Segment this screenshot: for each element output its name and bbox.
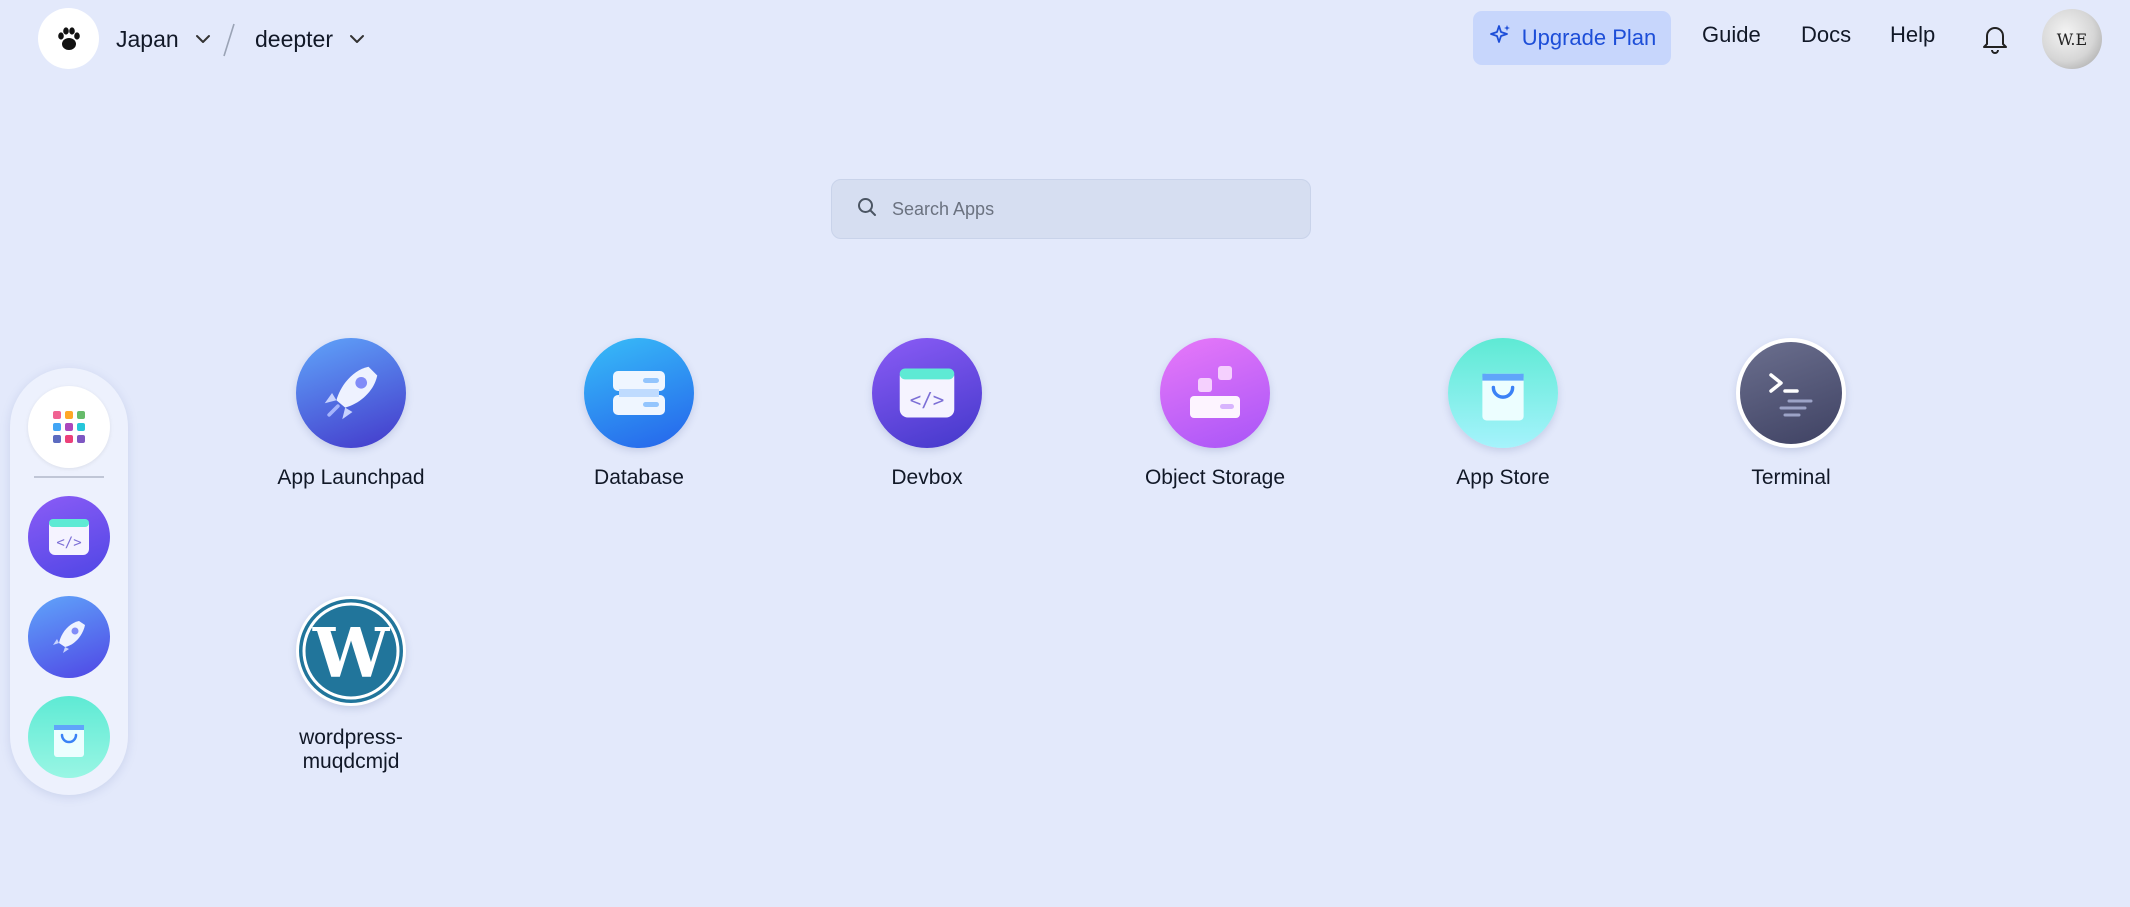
notification-bell-icon[interactable] [1980, 22, 2010, 54]
database-icon [584, 338, 694, 448]
search-icon [856, 196, 878, 223]
dock-divider [34, 476, 104, 478]
help-link[interactable]: Help [1890, 22, 1935, 48]
paw-icon[interactable] [38, 8, 99, 69]
upgrade-plan-button[interactable]: Upgrade Plan [1473, 11, 1671, 65]
app-dock: </> [10, 368, 128, 795]
wordpress-icon: W [296, 596, 406, 706]
svg-text:</>: </> [56, 535, 81, 551]
terminal-icon [1736, 338, 1846, 448]
svg-text:W: W [312, 614, 391, 694]
app-tile-object-storage[interactable]: Object Storage [1115, 338, 1315, 490]
rocket-icon[interactable] [28, 596, 110, 678]
svg-text:</>: </> [910, 389, 944, 412]
app-label: Object Storage [1144, 466, 1286, 489]
app-tile-wordpress[interactable]: W wordpress- muqdcmjd [251, 596, 451, 774]
devbox-icon[interactable]: </> [28, 496, 110, 578]
sparkle-icon [1488, 23, 1512, 53]
rocket-icon [296, 338, 406, 448]
shopping-bag-icon [1448, 338, 1558, 448]
app-store-icon[interactable] [28, 696, 110, 778]
chevron-down-icon [193, 29, 213, 49]
object-storage-icon [1160, 338, 1270, 448]
workspace-selector[interactable]: Japan [116, 22, 213, 56]
app-tile-terminal[interactable]: Terminal [1691, 338, 1891, 490]
app-tile-app-launchpad[interactable]: App Launchpad [251, 338, 451, 490]
app-label: Database [594, 466, 684, 489]
search-box[interactable] [831, 179, 1311, 239]
app-grid-icon[interactable] [28, 386, 110, 468]
upgrade-plan-label: Upgrade Plan [1521, 25, 1657, 50]
project-selector[interactable]: deepter [255, 22, 367, 56]
app-tile-devbox[interactable]: </> Devbox [827, 338, 1027, 490]
app-label: wordpress- muqdcmjd [299, 726, 403, 773]
search-input[interactable] [892, 198, 1292, 220]
avatar[interactable]: W.E [2042, 9, 2102, 69]
workspace-label: Japan [116, 25, 179, 52]
guide-link[interactable]: Guide [1702, 22, 1761, 48]
breadcrumb-separator [223, 23, 235, 57]
devbox-icon: </> [872, 338, 982, 448]
top-bar: Japan deepter Upgrade Plan Guide Docs He… [0, 0, 2130, 76]
app-tile-app-store[interactable]: App Store [1403, 338, 1603, 490]
chevron-down-icon [347, 29, 367, 49]
project-label: deepter [255, 25, 334, 52]
app-label: Terminal [1751, 466, 1831, 489]
app-tile-database[interactable]: Database [539, 338, 739, 490]
avatar-text: W.E [2056, 29, 2088, 49]
app-label: App Launchpad [277, 466, 425, 489]
app-label: Devbox [891, 466, 963, 489]
app-label: App Store [1456, 466, 1550, 489]
docs-link[interactable]: Docs [1801, 22, 1851, 48]
